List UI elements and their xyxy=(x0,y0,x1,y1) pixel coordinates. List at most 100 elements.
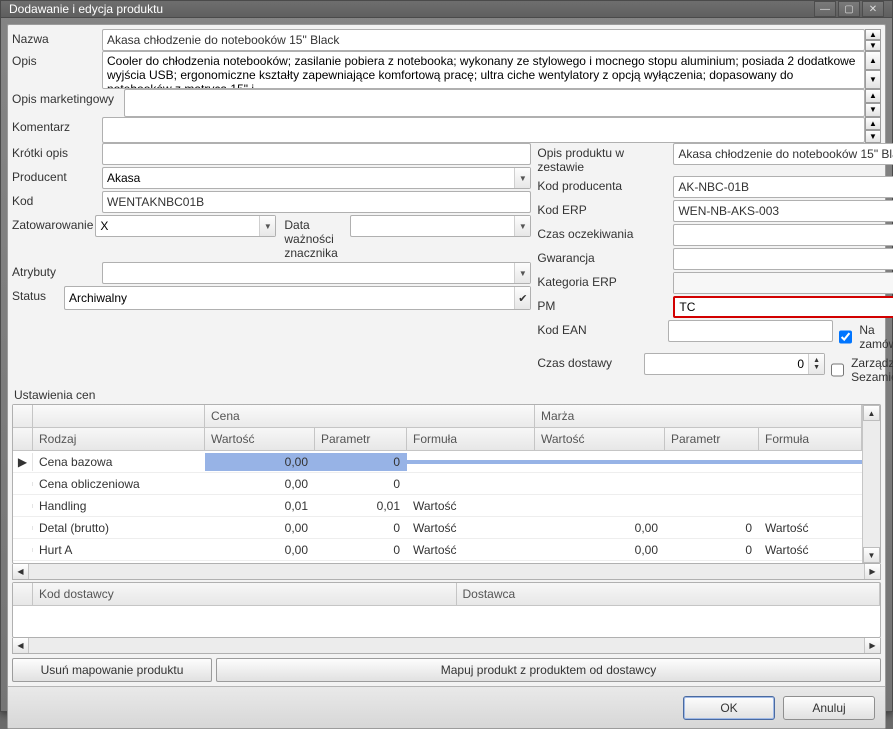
czas-oczekiwania-combo[interactable]: ▼ xyxy=(673,224,893,246)
label-opis: Opis xyxy=(12,51,100,89)
zarzadzany-checkbox[interactable]: Zarządzany w Sezamie xyxy=(827,353,893,384)
kod-erp-input[interactable] xyxy=(673,200,893,222)
pm-value[interactable] xyxy=(675,298,893,316)
krotki-opis-input[interactable] xyxy=(102,143,531,165)
remove-mapping-button[interactable]: Usuń mapowanie produktu xyxy=(12,658,212,682)
scroll-right-icon[interactable]: ▶ xyxy=(864,638,880,653)
map-product-button[interactable]: Mapuj produkt z produktem od dostawcy xyxy=(216,658,881,682)
col-c-formula[interactable]: Formuła xyxy=(407,428,535,450)
hscroll-track[interactable] xyxy=(29,638,864,653)
scroll-down-icon[interactable]: ▼ xyxy=(863,547,880,563)
scroll-right-icon[interactable]: ▶ xyxy=(864,564,880,579)
chevron-down-icon[interactable]: ▼ xyxy=(514,263,530,283)
label-kod-producenta: Kod producenta xyxy=(537,176,671,198)
col-rodzaj[interactable]: Rodzaj xyxy=(33,428,205,450)
chevron-down-icon[interactable]: ▼ xyxy=(514,168,530,188)
price-grid[interactable]: Cena Marża Rodzaj Wartość Parametr Formu… xyxy=(12,404,881,564)
komentarz-stepper[interactable]: ▲▼ xyxy=(865,117,881,143)
pm-combo[interactable]: ▼ xyxy=(673,296,893,318)
opis-marketing-textarea[interactable] xyxy=(124,89,865,117)
titlebar: Dodawanie i edycja produktu — ▢ ✕ xyxy=(1,1,892,18)
label-atrybuty: Atrybuty xyxy=(12,262,100,284)
right-column: Opis produktu w zestawie Kod producenta … xyxy=(537,143,893,384)
chevron-down-icon[interactable]: ✔ xyxy=(514,287,530,309)
chevron-down-icon[interactable]: ▼ xyxy=(259,216,275,236)
status-combo[interactable]: ✔ xyxy=(64,286,531,310)
sup-col-kod-dostawcy[interactable]: Kod dostawcy xyxy=(33,583,457,605)
status-value[interactable] xyxy=(65,287,514,309)
producent-value[interactable] xyxy=(103,168,514,188)
data-waznosci-combo[interactable]: ▼ xyxy=(350,215,531,237)
zatowarowanie-value[interactable] xyxy=(96,216,259,236)
label-kategoria-erp: Kategoria ERP xyxy=(537,272,671,294)
kod-producenta-input[interactable] xyxy=(673,176,893,198)
col-c-wartosc[interactable]: Wartość xyxy=(205,428,315,450)
table-row[interactable]: Cena obliczeniowa0,000 xyxy=(13,473,862,495)
scroll-track[interactable] xyxy=(863,421,880,547)
label-nazwa: Nazwa xyxy=(12,29,100,51)
hscrollbar[interactable]: ◀ ▶ xyxy=(12,564,881,580)
price-grid-body[interactable]: ▶Cena bazowa0,000Cena obliczeniowa0,000H… xyxy=(13,451,862,563)
cancel-button[interactable]: Anuluj xyxy=(783,696,875,720)
ok-button[interactable]: OK xyxy=(683,696,775,720)
minimize-button[interactable]: — xyxy=(814,1,836,17)
maximize-button[interactable]: ▢ xyxy=(838,1,860,17)
atrybuty-combo[interactable]: ▼ xyxy=(102,262,531,284)
col-m-wartosc[interactable]: Wartość xyxy=(535,428,665,450)
label-pm: PM xyxy=(537,296,671,318)
scroll-left-icon[interactable]: ◀ xyxy=(13,564,29,579)
scroll-left-icon[interactable]: ◀ xyxy=(13,638,29,653)
opis-stepper[interactable]: ▲▼ xyxy=(865,51,881,89)
group-blank xyxy=(13,405,33,427)
gwarancja-combo[interactable]: ▼ xyxy=(673,248,893,270)
kod-ean-input[interactable] xyxy=(668,320,833,342)
group-cena: Cena xyxy=(205,405,535,427)
chevron-down-icon[interactable]: ▼ xyxy=(514,216,530,236)
opis-textarea[interactable]: Cooler do chłodzenia notebooków; zasilan… xyxy=(102,51,865,89)
left-column: Krótki opis Producent ▼ Kod Zatowarowani… xyxy=(12,143,531,384)
group-blank2 xyxy=(33,405,205,427)
col-m-parametr[interactable]: Parametr xyxy=(665,428,759,450)
sup-col-dostawca[interactable]: Dostawca xyxy=(457,583,881,605)
vscrollbar[interactable]: ▲ ▼ xyxy=(862,405,880,563)
zarzadzany-input[interactable] xyxy=(831,363,844,377)
col-m-formula[interactable]: Formuła xyxy=(759,428,862,450)
client-area: Nazwa ▲▼ Opis Cooler do chłodzenia noteb… xyxy=(7,24,886,729)
opis-marketing-stepper[interactable]: ▲▼ xyxy=(865,89,881,117)
close-button[interactable]: ✕ xyxy=(862,1,884,17)
col-c-parametr[interactable]: Parametr xyxy=(315,428,407,450)
table-row[interactable]: Hurt A0,000Wartość0,000Wartość xyxy=(13,539,862,561)
zarzadzany-label: Zarządzany w Sezamie xyxy=(851,356,893,384)
na-zamowienie-checkbox[interactable]: Na zamówienie? xyxy=(835,320,893,351)
table-row[interactable]: ▶Cena bazowa0,000 xyxy=(13,451,862,473)
nazwa-input[interactable] xyxy=(102,29,865,51)
data-waznosci-value[interactable] xyxy=(351,216,514,236)
label-kod-erp: Kod ERP xyxy=(537,200,671,222)
scroll-up-icon[interactable]: ▲ xyxy=(863,405,880,421)
label-komentarz: Komentarz xyxy=(12,117,100,143)
label-czas-oczekiwania: Czas oczekiwania xyxy=(537,224,671,246)
opis-zestaw-input[interactable] xyxy=(673,143,893,165)
table-row[interactable]: Detal (brutto)0,000Wartość0,000Wartość xyxy=(13,517,862,539)
producent-combo[interactable]: ▼ xyxy=(102,167,531,189)
window-title: Dodawanie i edycja produktu xyxy=(9,2,814,16)
zatowarowanie-combo[interactable]: ▼ xyxy=(95,215,276,237)
kategoria-erp-combo[interactable]: ▼ xyxy=(673,272,893,294)
czas-oczekiwania-value[interactable] xyxy=(674,225,893,245)
supplier-hscrollbar[interactable]: ◀ ▶ xyxy=(12,638,881,654)
atrybuty-value[interactable] xyxy=(103,263,514,283)
kod-input[interactable] xyxy=(102,191,531,213)
label-czas-dostawy: Czas dostawy xyxy=(537,353,642,384)
supplier-body[interactable] xyxy=(13,606,880,637)
gwarancja-value[interactable] xyxy=(674,249,893,269)
czas-dostawy-value[interactable] xyxy=(645,354,808,374)
nazwa-stepper[interactable]: ▲▼ xyxy=(865,29,881,51)
table-row[interactable]: Handling0,010,01Wartość xyxy=(13,495,862,517)
komentarz-textarea[interactable] xyxy=(102,117,865,143)
supplier-grid[interactable]: Kod dostawcy Dostawca xyxy=(12,582,881,638)
czas-dostawy-stepper[interactable]: ▲▼ xyxy=(644,353,825,375)
hscroll-track[interactable] xyxy=(29,564,864,579)
na-zamowienie-input[interactable] xyxy=(839,330,852,344)
stepper-icon[interactable]: ▲▼ xyxy=(808,354,824,374)
label-producent: Producent xyxy=(12,167,100,189)
